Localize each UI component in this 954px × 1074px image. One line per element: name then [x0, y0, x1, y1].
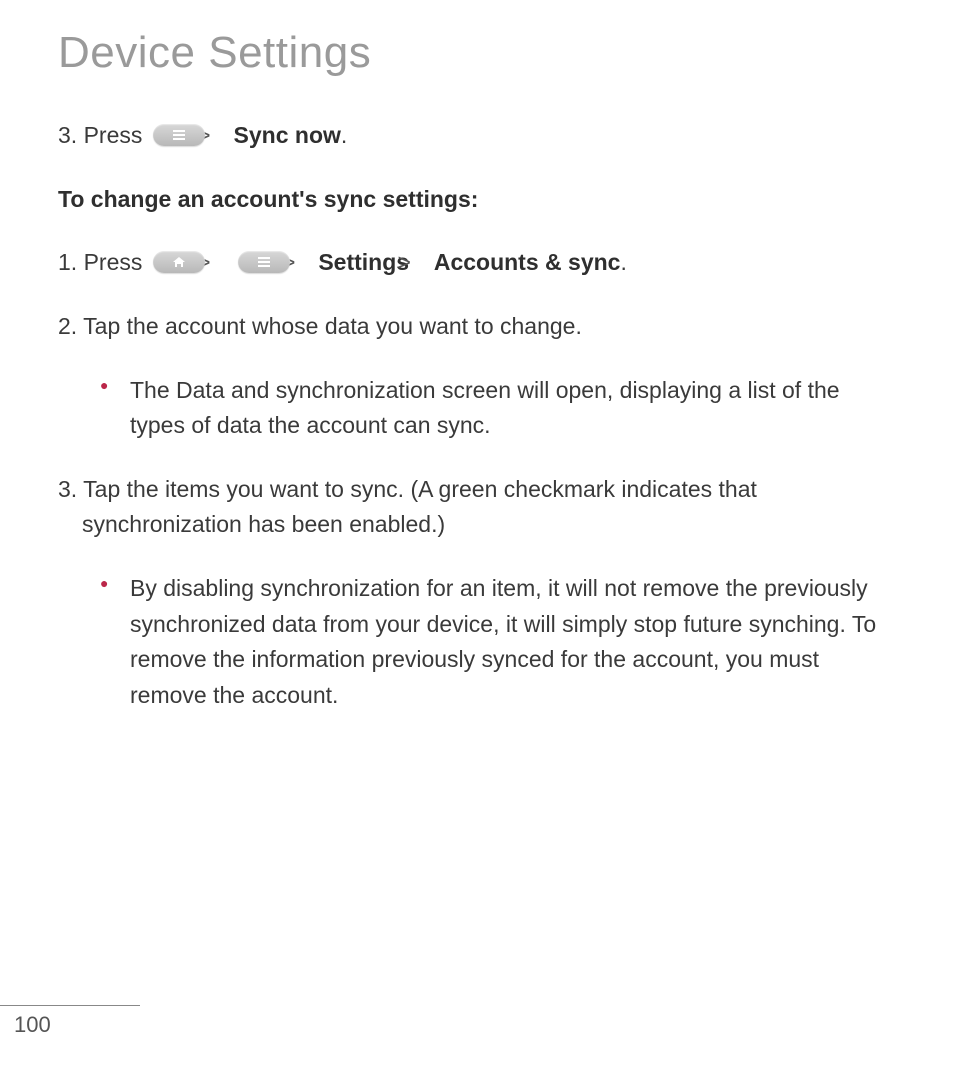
step-3-pre: 3. Press > Sync now.: [58, 118, 896, 154]
page-footer: 100: [0, 1005, 140, 1038]
menu-button-icon: [153, 124, 205, 146]
body-text: 3. Press > Sync now. To change an accoun…: [58, 118, 896, 714]
step-3: 3. Tap the items you want to sync. (A gr…: [58, 472, 896, 543]
step-lead: Press: [84, 249, 149, 275]
step-number: 2.: [58, 313, 77, 339]
menu-button-icon: [238, 251, 290, 273]
manual-page: Device Settings 3. Press > Sync now. To …: [0, 0, 954, 714]
accounts-sync-label: Accounts & sync: [434, 249, 621, 275]
step-number: 1.: [58, 249, 77, 275]
period: .: [620, 249, 626, 275]
step-number: 3.: [58, 122, 77, 148]
bullet-1: The Data and synchronization screen will…: [58, 373, 896, 444]
sync-now-label: Sync now: [234, 122, 341, 148]
footer-rule: [0, 1005, 140, 1006]
bullet-2: By disabling synchronization for an item…: [58, 571, 896, 714]
step-2: 2. Tap the account whose data you want t…: [58, 309, 896, 345]
page-title: Device Settings: [58, 28, 896, 78]
home-button-icon: [153, 251, 205, 273]
settings-label: Settings: [318, 249, 409, 275]
step-number: 3.: [58, 476, 77, 502]
step-1: 1. Press > > Settings > Accounts & sync.: [58, 245, 896, 281]
step-lead: Press: [84, 122, 149, 148]
step-text: Tap the account whose data you want to c…: [83, 313, 582, 339]
step-text: Tap the items you want to sync. (A green…: [82, 476, 757, 538]
subheading: To change an account's sync settings:: [58, 182, 896, 218]
page-number: 100: [0, 1012, 140, 1038]
period: .: [341, 122, 347, 148]
